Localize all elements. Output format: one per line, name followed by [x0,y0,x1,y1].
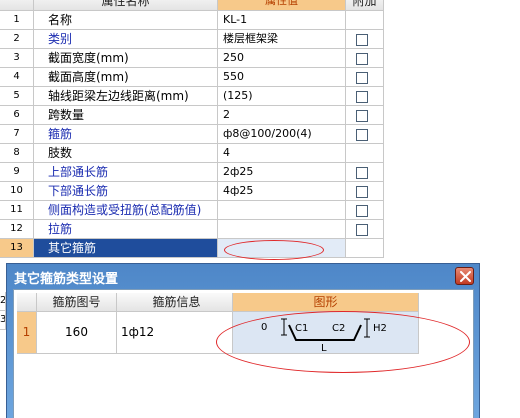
stirrup-row-number: 1 [17,312,37,354]
grid-header-append[interactable]: 附加 [346,0,384,11]
append-checkbox[interactable] [356,72,368,84]
append-cell [346,144,384,163]
row-number: 6 [0,106,34,125]
append-cell [346,163,384,182]
grid-row-category[interactable]: 2 类别 楼层框架梁 [0,30,520,49]
property-value[interactable] [218,201,346,220]
property-name: 上部通长筋 [34,163,218,182]
close-x-icon [460,271,471,282]
append-cell [346,182,384,201]
append-checkbox[interactable] [356,110,368,122]
property-value[interactable]: 楼层框架梁 [218,30,346,49]
dialog-title: 其它箍筋类型设置 [14,272,119,287]
property-value[interactable]: 250 [218,49,346,68]
row-number: 7 [0,125,34,144]
property-name: 侧面构造或受扭筋(总配筋值) [34,201,218,220]
stirrup-table-header: 箍筋图号 箍筋信息 图形 [17,293,419,312]
append-cell [346,30,384,49]
append-checkbox[interactable] [356,224,368,236]
property-value[interactable]: ф8@100/200(4) [218,125,346,144]
property-value[interactable]: 550 [218,68,346,87]
annotation-ellipse [216,311,470,373]
append-checkbox[interactable] [356,129,368,141]
append-cell [346,87,384,106]
append-checkbox[interactable] [356,205,368,217]
grid-row-name[interactable]: 1 名称 KL-1 [0,11,520,30]
row-number: 8 [0,144,34,163]
grid-header-name[interactable]: 属性名称 [34,0,218,11]
property-value[interactable] [218,220,346,239]
append-cell [346,239,384,258]
append-checkbox[interactable] [356,34,368,46]
append-cell [346,68,384,87]
stirrup-header-shape[interactable]: 图形 [233,293,419,312]
grid-row-side-rebar[interactable]: 11 侧面构造或受扭筋(总配筋值) [0,201,520,220]
grid-row-section-width[interactable]: 3 截面宽度(mm) 250 [0,49,520,68]
row-number: 12 [0,220,34,239]
property-value[interactable]: (125) [218,87,346,106]
grid-row-stirrup[interactable]: 7 箍筋 ф8@100/200(4) [0,125,520,144]
append-cell [346,125,384,144]
stirrup-header-code[interactable]: 箍筋图号 [37,293,117,312]
append-checkbox[interactable] [356,167,368,179]
grid-row-leg-count[interactable]: 8 肢数 4 [0,144,520,163]
property-name: 类别 [34,30,218,49]
append-cell [346,49,384,68]
property-name: 拉筋 [34,220,218,239]
row-number: 4 [0,68,34,87]
property-name: 其它箍筋 [34,239,218,258]
stirrup-code[interactable]: 160 [37,312,117,354]
grid-header-row: 属性名称 属性值 附加 [0,0,520,11]
grid-row-span-count[interactable]: 6 跨数量 2 [0,106,520,125]
grid-row-section-height[interactable]: 4 截面高度(mm) 550 [0,68,520,87]
append-cell [346,201,384,220]
append-cell [346,11,384,30]
close-button[interactable] [455,267,474,285]
append-cell [346,106,384,125]
dialog-titlebar[interactable]: 其它箍筋类型设置 [7,264,479,287]
stirrup-header-corner [17,293,37,312]
grid-header-corner [0,0,34,11]
append-checkbox[interactable] [356,53,368,65]
annotation-ellipse [224,240,324,260]
property-value[interactable]: KL-1 [218,11,346,30]
grid-row-axis-offset[interactable]: 5 轴线距梁左边线距离(mm) (125) [0,87,520,106]
property-name: 跨数量 [34,106,218,125]
other-stirrup-dialog: 其它箍筋类型设置 箍筋图号 箍筋信息 图形 1 160 1ф12 0 C1 C2… [6,263,480,418]
dialog-body: 箍筋图号 箍筋信息 图形 1 160 1ф12 0 C1 C2 H2 L [13,289,474,418]
append-checkbox[interactable] [356,186,368,198]
grid-row-tie-bar[interactable]: 12 拉筋 [0,220,520,239]
append-cell [346,220,384,239]
property-value[interactable]: 2ф25 [218,163,346,182]
row-number: 3 [0,49,34,68]
grid-header-value[interactable]: 属性值 [218,0,346,11]
grid-row-top-rebar[interactable]: 9 上部通长筋 2ф25 [0,163,520,182]
property-value[interactable]: 2 [218,106,346,125]
property-name: 肢数 [34,144,218,163]
row-number: 11 [0,201,34,220]
row-number: 2 [0,30,34,49]
row-number: 10 [0,182,34,201]
stirrup-header-info[interactable]: 箍筋信息 [117,293,233,312]
row-number: 13 [0,239,34,258]
property-value[interactable]: 4ф25 [218,182,346,201]
property-value[interactable]: 4 [218,144,346,163]
append-checkbox[interactable] [356,91,368,103]
property-name: 截面宽度(mm) [34,49,218,68]
grid-row-bottom-rebar[interactable]: 10 下部通长筋 4ф25 [0,182,520,201]
stirrup-info[interactable]: 1ф12 [117,312,233,354]
property-name: 截面高度(mm) [34,68,218,87]
row-number: 9 [0,163,34,182]
row-number: 5 [0,87,34,106]
row-number: 1 [0,11,34,30]
property-name: 箍筋 [34,125,218,144]
property-name: 名称 [34,11,218,30]
property-name: 轴线距梁左边线距离(mm) [34,87,218,106]
property-name: 下部通长筋 [34,182,218,201]
